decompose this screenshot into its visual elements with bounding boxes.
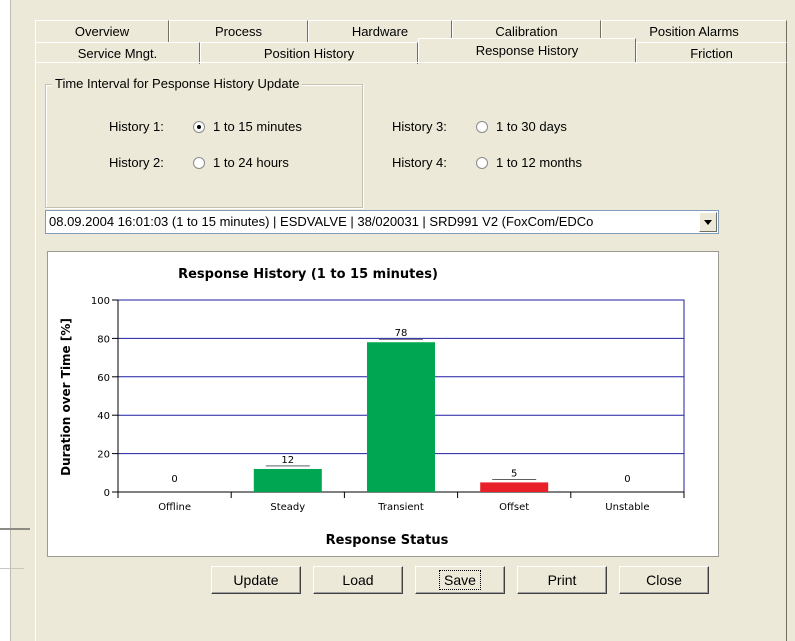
y-tick-label: 80: [97, 334, 110, 345]
history-record-select[interactable]: 08.09.2004 16:01:03 (1 to 15 minutes) | …: [45, 210, 719, 234]
tab-process[interactable]: Process: [169, 20, 308, 42]
y-tick-label: 100: [91, 296, 110, 307]
history-3-row: History 3: 1 to 30 days: [392, 118, 567, 136]
history-2-label: History 2:: [109, 155, 164, 170]
history-4-row: History 4: 1 to 12 months: [392, 154, 582, 172]
y-tick-label: 20: [97, 450, 110, 461]
history-3-option[interactable]: 1 to 30 days: [496, 118, 567, 136]
x-tick-label: Transient: [377, 502, 424, 513]
print-button[interactable]: Print: [517, 566, 607, 594]
data-label: 0: [624, 474, 630, 485]
history-1-label: History 1:: [109, 119, 164, 134]
y-tick-label: 0: [104, 488, 110, 499]
background-window-edge-2: [0, 568, 24, 569]
history-record-value: 08.09.2004 16:01:03 (1 to 15 minutes) | …: [49, 214, 594, 229]
tab-service-mngt[interactable]: Service Mngt.: [35, 42, 200, 64]
data-label: 0: [171, 474, 177, 485]
chart-y-axis-label: Duration over Time [%]: [59, 318, 73, 476]
y-tick-label: 40: [97, 411, 110, 422]
bar-steady: [253, 468, 322, 492]
response-history-chart: Response History (1 to 15 minutes) Respo…: [47, 251, 719, 557]
history-1-row: History 1: 1 to 15 minutes: [109, 118, 302, 136]
background-divider: [10, 0, 11, 641]
tab-overview[interactable]: Overview: [35, 20, 169, 42]
time-interval-groupbox: [45, 84, 363, 208]
x-tick-label: Offline: [158, 502, 191, 513]
history-3-label: History 3:: [392, 119, 447, 134]
data-label: 78: [395, 328, 408, 339]
tab-row-1: Overview Process Hardware Calibration Po…: [35, 20, 787, 42]
chart-title: Response History (1 to 15 minutes): [178, 267, 438, 282]
background-window-edge: [0, 528, 30, 530]
y-tick-label: 60: [97, 373, 110, 384]
chevron-down-icon[interactable]: [699, 212, 717, 232]
groupbox-legend: Time Interval for Pesponse History Updat…: [52, 77, 303, 91]
history-3-radio[interactable]: [476, 121, 488, 133]
data-label: 12: [281, 455, 294, 466]
bar-transient: [367, 342, 435, 492]
history-1-option[interactable]: 1 to 15 minutes: [213, 118, 302, 136]
chart-x-axis-label: Response Status: [326, 533, 449, 548]
history-2-radio[interactable]: [193, 157, 205, 169]
history-1-radio[interactable]: [193, 121, 205, 133]
save-button[interactable]: Save: [415, 566, 505, 594]
data-label: 5: [511, 468, 517, 479]
history-2-row: History 2: 1 to 24 hours: [109, 154, 289, 172]
bar-offset: [480, 482, 549, 492]
history-4-option[interactable]: 1 to 12 months: [496, 154, 582, 172]
update-button[interactable]: Update: [211, 566, 301, 594]
history-4-label: History 4:: [392, 155, 447, 170]
load-button[interactable]: Load: [313, 566, 403, 594]
background-strip: [0, 0, 10, 641]
tab-position-history[interactable]: Position History: [200, 42, 418, 64]
x-tick-label: Steady: [270, 502, 305, 513]
history-4-radio[interactable]: [476, 157, 488, 169]
chart-canvas: Response History (1 to 15 minutes) Respo…: [59, 267, 685, 548]
x-tick-label: Unstable: [605, 502, 649, 513]
tab-response-history[interactable]: Response History: [418, 38, 636, 62]
response-history-dialog: Overview Process Hardware Calibration Po…: [27, 0, 795, 641]
close-button[interactable]: Close: [619, 566, 709, 594]
tab-friction[interactable]: Friction: [636, 42, 787, 64]
history-2-option[interactable]: 1 to 24 hours: [213, 154, 289, 172]
tab-row-2: Service Mngt. Position History Response …: [35, 38, 787, 64]
x-tick-label: Offset: [499, 502, 529, 513]
